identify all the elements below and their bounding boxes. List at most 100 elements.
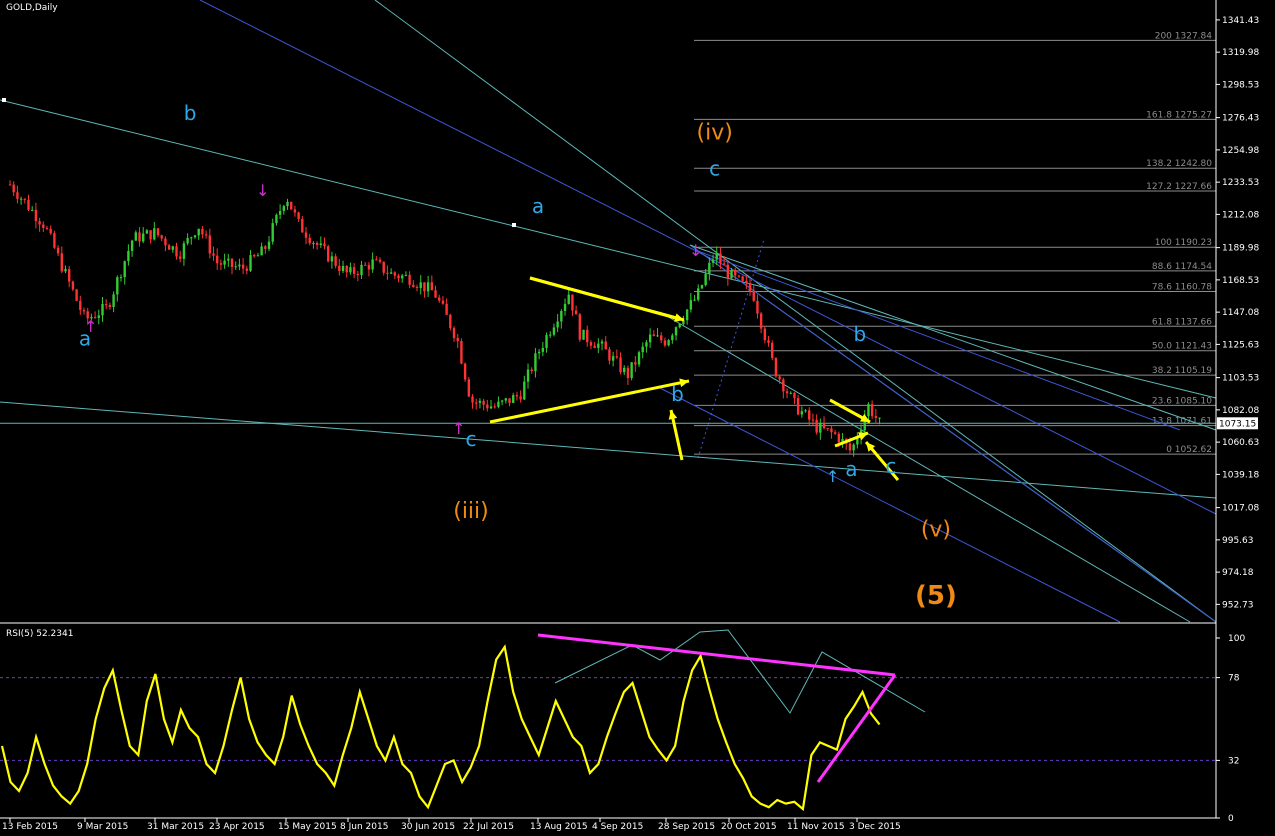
candle-body [637,352,641,365]
candle-body [878,417,881,419]
candle-body [352,267,356,274]
candle-body [837,433,841,443]
candle-body [45,227,49,229]
candle-body [282,206,286,212]
wave-label: b [853,322,866,346]
candle-body [105,303,108,305]
candle-body [116,277,119,295]
candle-body [156,228,160,236]
candle-body [123,261,126,278]
candle-body [645,342,648,347]
wave-label: (5) [915,581,957,611]
fib-level-label: 127.2 1227.66 [1146,182,1212,192]
candle-body [286,201,289,207]
candle-body [500,400,504,402]
candle-body [704,273,707,286]
candle-body [452,328,456,339]
candle-body [349,267,352,273]
candle-body [833,432,837,434]
candle-body [371,259,374,270]
candle-body [815,419,818,433]
candle-body [782,379,785,392]
candle-body [556,321,559,328]
candle-body [179,256,182,259]
candle-body [441,300,445,304]
wave-label: c [466,427,477,451]
trendline [0,401,1217,499]
price-chart-title: GOLD,Daily [6,3,58,13]
candle-body [389,272,393,274]
candle-body [615,356,619,358]
candle-body [434,290,437,298]
candle-body [334,256,337,266]
candle-body [574,310,578,315]
fib-level-label: 61.8 1137.66 [1152,317,1212,327]
candle-body [652,334,656,337]
candle-body [467,379,471,397]
fibonacci-levels: 200 1327.84 161.8 1275.27 138.2 1242.80 127… [694,31,1216,459]
candle-body [19,198,23,200]
candle-body [275,214,278,224]
candle-body [519,396,522,400]
rsi-divergence-line [537,633,896,677]
wave-label: c [885,454,896,478]
candle-body [745,280,748,284]
rsi-triangle-line [816,674,897,783]
candle-body [338,265,341,271]
candle-body [304,232,308,238]
trendline [0,99,1217,399]
fib-level-label: 200 1327.84 [1155,31,1213,41]
price-y-tick-label: 1017.08 [1222,504,1259,514]
candle-body [31,209,34,211]
candle-body [82,310,86,312]
candle-body [438,297,441,301]
candle-body [56,247,60,254]
candle-body [463,363,467,380]
candle-body [493,406,496,408]
candle-body [130,240,134,251]
x-tick-label: 28 Sep 2015 [658,822,715,832]
candle-body [800,411,804,415]
candle-body [68,269,71,282]
wave-label: a [79,326,91,350]
candle-body [101,303,104,316]
x-tick-label: 3 Dec 2015 [849,822,901,832]
candle-body [796,398,800,415]
candle-body [171,246,175,250]
candle-body [245,268,249,271]
candle-body [685,309,689,321]
candle-body [38,221,41,225]
x-tick-label: 15 May 2015 [278,822,337,832]
candle-body [822,423,826,429]
candle-body [375,259,378,261]
candle-body [201,228,204,235]
rsi-y-tick-label: 78 [1228,674,1240,684]
candle-body [567,294,570,304]
candle-body [460,341,463,364]
candle-body [600,341,604,344]
candle-body [119,277,123,279]
candle-body [323,243,326,247]
wave-labels: a b a c (iii) (iv) c b b a c (v) (5) [79,101,957,611]
candle-body [619,357,622,373]
candle-body [667,340,670,346]
x-tick-label: 23 Apr 2015 [209,822,265,832]
candle-body [341,265,345,271]
candle-body [552,327,556,335]
candle-body [445,303,448,315]
candle-body [734,270,737,276]
candle-body [360,264,363,276]
candle-body [663,340,667,346]
fib-level-label: 0 1052.62 [1166,445,1212,455]
candle-body [689,300,693,310]
candle-body [767,340,770,343]
candle-body [478,400,482,403]
candle-body [34,209,38,222]
candle-body [197,228,200,236]
x-tick-label: 4 Sep 2015 [592,822,643,832]
candle-body [378,259,382,262]
candle-body [867,404,870,417]
candle-body [408,274,411,285]
price-y-tick-label: 1254.98 [1222,146,1259,156]
candle-body [641,346,644,353]
